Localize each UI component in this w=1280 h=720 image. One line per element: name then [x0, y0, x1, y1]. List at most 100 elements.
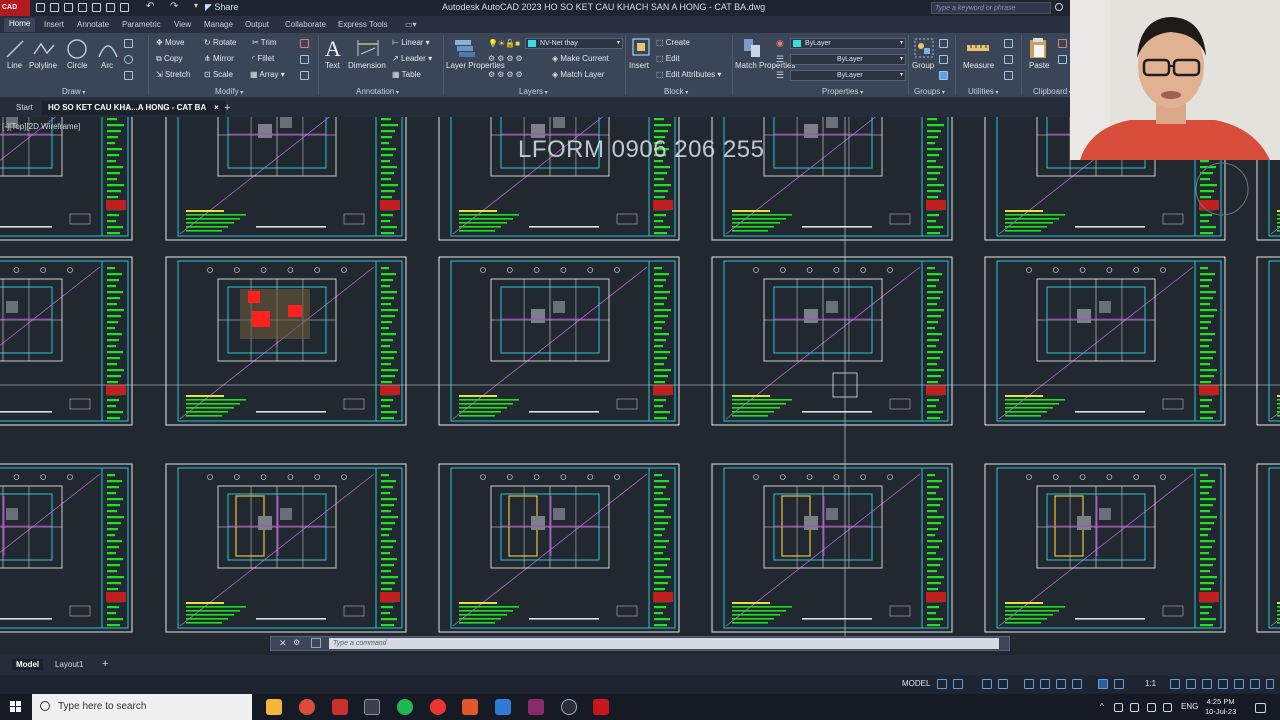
tab-annotate[interactable]: Annotate [77, 20, 109, 29]
arc-tool[interactable]: Arc [101, 61, 113, 70]
command-prompt-icon[interactable] [311, 638, 321, 648]
viewport-controls[interactable]: [-][Top][2D Wireframe] [2, 122, 80, 131]
layer-state-icons[interactable]: 💡☀🔓■ [488, 39, 520, 48]
quick-access-menu-icon[interactable]: ▾ [194, 1, 198, 10]
add-layout-button[interactable]: + [98, 657, 112, 671]
match-layer-button[interactable]: ◈ Match Layer [552, 70, 604, 79]
region-icon[interactable] [124, 71, 133, 80]
taskbar-search-input[interactable]: Type here to search [32, 694, 252, 720]
units-icon[interactable] [1186, 679, 1196, 689]
id-point-icon[interactable] [1004, 71, 1013, 80]
pdf-app-icon[interactable] [332, 699, 348, 715]
table-tool[interactable]: ▦ Table [392, 70, 421, 79]
browser-app-icon[interactable] [561, 699, 577, 715]
modify-panel-label[interactable]: Modify [215, 87, 243, 96]
model-space-toggle[interactable]: MODEL [902, 679, 930, 688]
app-icon[interactable] [430, 699, 446, 715]
stretch-tool[interactable]: ⇲ Stretch [156, 70, 190, 79]
auto-scale-icon[interactable] [1114, 679, 1124, 689]
isolate-objects-icon[interactable] [1218, 679, 1228, 689]
array-tool[interactable]: ▦ Array ▾ [250, 70, 285, 79]
web-save-icon[interactable] [106, 3, 115, 12]
volume-icon[interactable] [1147, 703, 1156, 712]
ribbon-options-icon[interactable]: ▭▾ [405, 20, 417, 29]
chrome-icon[interactable] [299, 699, 315, 715]
ungroup-icon[interactable] [939, 39, 948, 48]
share-button[interactable]: ◤ Share [205, 2, 238, 13]
annotation-visibility-icon[interactable] [1098, 679, 1108, 689]
network-icon[interactable] [1130, 703, 1139, 712]
tab-home[interactable]: Home [4, 18, 36, 32]
groups-panel-label[interactable]: Groups [914, 87, 945, 96]
hardware-accel-icon[interactable] [1234, 679, 1244, 689]
cloud-icon[interactable] [1114, 703, 1123, 712]
file-explorer-icon[interactable] [266, 699, 282, 715]
plot-icon[interactable] [120, 3, 129, 12]
quick-select-icon[interactable] [1004, 39, 1013, 48]
text-tool[interactable]: Text [325, 61, 340, 70]
sketchup-icon[interactable] [495, 699, 511, 715]
annotation-scale[interactable]: 1:1 [1145, 679, 1156, 688]
graphics-app-icon[interactable] [528, 699, 544, 715]
group-edit-icon[interactable] [939, 55, 948, 64]
new-file-icon[interactable] [36, 3, 45, 12]
rotate-tool[interactable]: ↻ Rotate [204, 38, 237, 47]
search-icon[interactable] [1055, 3, 1063, 11]
workspace-gear-icon[interactable] [1170, 679, 1180, 689]
move-tool[interactable]: ✥ Move [156, 38, 185, 47]
command-customize-icon[interactable]: ⚙ [293, 638, 300, 647]
fillet-tool[interactable]: ◜ Fillet [252, 54, 274, 63]
color-dropdown[interactable]: ByLayer [790, 38, 906, 49]
help-search-input[interactable]: Type a keyword or phrase [931, 2, 1051, 14]
save-as-icon[interactable] [78, 3, 87, 12]
tab-output[interactable]: Output [245, 20, 269, 29]
quick-properties-icon[interactable] [1202, 679, 1212, 689]
measure-button[interactable]: Measure [963, 61, 994, 70]
draw-panel-label[interactable]: Draw [62, 87, 85, 96]
ortho-icon[interactable] [982, 679, 992, 689]
tab-insert[interactable]: Insert [44, 20, 64, 29]
taskbar-clock[interactable]: 4:25 PM 10-Jul-23 [1205, 697, 1236, 717]
command-close-icon[interactable]: ✕ [279, 638, 287, 649]
calculator-icon[interactable] [1004, 55, 1013, 64]
match-properties-button[interactable]: Match Properties [735, 61, 795, 70]
polar-icon[interactable] [998, 679, 1008, 689]
tab-collaborate[interactable]: Collaborate [285, 20, 326, 29]
web-open-icon[interactable] [92, 3, 101, 12]
autocad-taskbar-icon[interactable] [593, 699, 609, 715]
utilities-panel-label[interactable]: Utilities [968, 87, 998, 96]
lineweight-dropdown[interactable]: ByLayer [790, 54, 906, 65]
dimension-tool[interactable]: Dimension [348, 61, 386, 70]
layer-tools-icons[interactable]: ⚙⚙⚙⚙ [488, 54, 525, 63]
grid-icon[interactable] [937, 679, 947, 689]
explode-icon[interactable] [300, 55, 309, 64]
tab-view[interactable]: View [174, 20, 191, 29]
autocad-logo[interactable]: CAD [0, 0, 30, 16]
windows-start-icon[interactable] [10, 701, 22, 713]
copy-tool[interactable]: ⧉ Copy [156, 54, 183, 64]
offset-icon[interactable] [300, 71, 309, 80]
leader-tool[interactable]: ↗ Leader ▾ [392, 54, 432, 63]
hatch-icon[interactable] [124, 55, 133, 64]
circle-tool[interactable]: Circle [67, 61, 87, 70]
language-indicator[interactable]: ENG [1181, 702, 1198, 711]
new-tab-button[interactable]: + [224, 101, 230, 115]
undo-icon[interactable]: ↶ [146, 1, 154, 12]
notifications-icon[interactable] [1255, 703, 1266, 713]
command-input[interactable]: Type a command [329, 638, 999, 649]
customization-icon[interactable] [1266, 679, 1274, 689]
mirror-tool[interactable]: ⋔ Mirror [204, 54, 234, 63]
trim-tool[interactable]: ✂ Trim [252, 38, 276, 47]
viewcube[interactable] [1195, 162, 1249, 216]
tab-model[interactable]: Model [12, 659, 44, 670]
properties-panel-label[interactable]: Properties [822, 87, 863, 96]
annotation-panel-label[interactable]: Annotation [356, 87, 399, 96]
edit-attributes-button[interactable]: ⬚ Edit Attributes ▾ [656, 70, 721, 79]
tab-active-drawing[interactable]: HO SO KET CAU KHA...A HONG - CAT BA × [42, 101, 225, 115]
layer-tools-icons-row2[interactable]: ⚙⚙⚙⚙ [488, 70, 525, 79]
paste-button[interactable]: Paste [1029, 61, 1049, 70]
snap-icon[interactable] [953, 679, 963, 689]
rectangle-icon[interactable] [124, 39, 133, 48]
battery-icon[interactable] [1163, 703, 1172, 712]
group-button[interactable]: Group [912, 61, 934, 70]
